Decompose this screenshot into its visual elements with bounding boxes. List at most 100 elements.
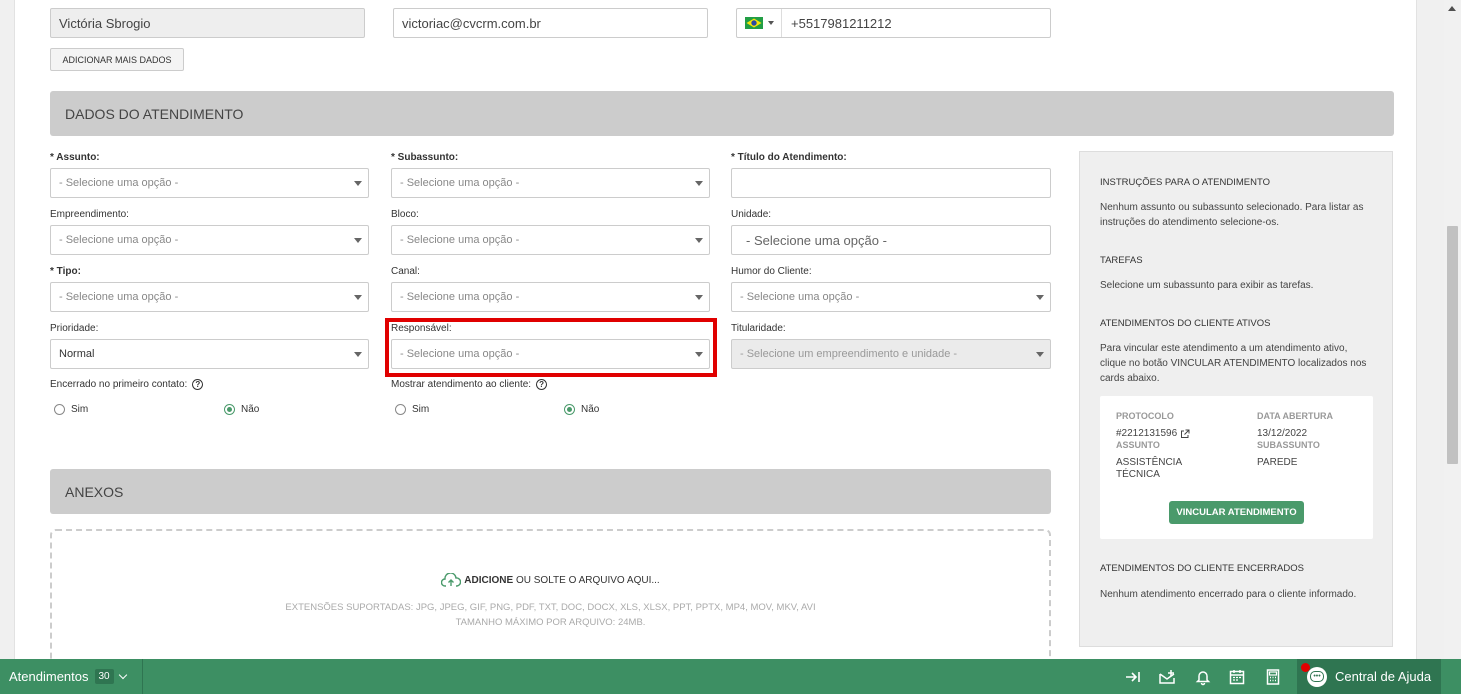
help-icon[interactable]: ? (536, 379, 548, 390)
encerrado-sim-radio[interactable]: Sim (54, 404, 88, 415)
titularidade-select: - Selecione um empreendimento e unidade … (731, 339, 1051, 369)
empreendimento-value: - Selecione uma opção - (59, 234, 179, 246)
radio-circle[interactable] (395, 404, 406, 415)
mostrar-sim-radio[interactable]: Sim (395, 404, 429, 415)
encerrado-label: Encerrado no primeiro contato:? (50, 379, 204, 390)
supported-extensions: EXTENSÕES SUPORTADAS: JPG, JPEG, GIF, PN… (285, 602, 816, 613)
bloco-value: - Selecione uma opção - (400, 234, 520, 246)
responsavel-value: - Selecione uma opção - (400, 348, 520, 360)
tipo-select[interactable]: - Selecione uma opção - (50, 282, 369, 312)
titulo-label: * Título do Atendimento: (731, 152, 847, 163)
encerrados-text: Nenhum atendimento encerrado para o clie… (1100, 589, 1357, 600)
tipo-label: * Tipo: (50, 266, 81, 277)
notification-dot-icon (1301, 662, 1310, 672)
canal-label: Canal: (391, 266, 420, 277)
tarefas-text: Selecione um subassunto para exibir as t… (1100, 280, 1314, 291)
subassunto-value: - Selecione uma opção - (400, 177, 520, 189)
humor-select[interactable]: - Selecione uma opção - (731, 282, 1051, 312)
radio-circle-selected[interactable] (224, 404, 235, 415)
calendar-icon[interactable] (1228, 668, 1246, 686)
empreendimento-select[interactable]: - Selecione uma opção - (50, 225, 369, 255)
dropzone-add[interactable]: ADICIONE OU SOLTE O ARQUIVO AQUI... (52, 573, 1049, 587)
section-header-atendimento: DADOS DO ATENDIMENTO (50, 91, 1394, 136)
subassunto-select[interactable]: - Selecione uma opção - (391, 168, 710, 198)
scroll-thumb[interactable] (1447, 226, 1458, 464)
empreendimento-label: Empreendimento: (50, 209, 129, 220)
caret-down-icon (695, 181, 703, 186)
vertical-scrollbar[interactable] (1444, 0, 1461, 660)
vincular-atendimento-button[interactable]: VINCULAR ATENDIMENTO (1169, 501, 1304, 524)
assunto-card-value: ASSISTÊNCIA TÉCNICA (1116, 457, 1182, 480)
ativos-text: Para vincular este atendimento a um aten… (1100, 343, 1367, 384)
protocolo-link[interactable]: #2212131596 (1116, 428, 1190, 440)
chevron-down-icon (767, 21, 774, 25)
tipo-value: - Selecione uma opção - (59, 291, 179, 303)
responsavel-label: Responsável: (391, 323, 452, 334)
name-field: Victória Sbrogio (50, 8, 365, 38)
chat-icon: ••• (1301, 662, 1327, 687)
mail-add-icon[interactable] (1158, 668, 1176, 686)
phone-field[interactable]: +5517981211212 (736, 8, 1051, 38)
prioridade-label: Prioridade: (50, 323, 99, 334)
bloco-label: Bloco: (391, 209, 419, 220)
canal-select[interactable]: - Selecione uma opção - (391, 282, 710, 312)
collapse-right-icon[interactable] (1124, 668, 1142, 686)
assunto-select[interactable]: - Selecione uma opção - (50, 168, 369, 198)
prioridade-value: Normal (59, 348, 95, 360)
canal-value: - Selecione uma opção - (400, 291, 520, 303)
bloco-select[interactable]: - Selecione uma opção - (391, 225, 710, 255)
mostrar-label: Mostrar atendimento ao cliente:? (391, 379, 548, 390)
titulo-input[interactable] (731, 168, 1051, 198)
unidade-label: Unidade: (731, 209, 772, 220)
prioridade-select[interactable]: Normal (50, 339, 369, 369)
data-abertura-label: DATA ABERTURA (1257, 411, 1333, 421)
encerrado-nao-radio[interactable]: Não (224, 404, 259, 415)
encerrados-title: ATENDIMENTOS DO CLIENTE ENCERRADOS (1100, 563, 1304, 574)
assunto-label: * Assunto: (50, 152, 100, 163)
external-link-icon[interactable] (1180, 429, 1190, 439)
subassunto-card-value: PAREDE (1257, 457, 1298, 468)
country-flag-select[interactable] (737, 9, 782, 37)
help-center-button[interactable]: ••• Central de Ajuda (1297, 659, 1441, 694)
email-field[interactable]: victoriac@cvcrm.com.br (393, 8, 708, 38)
help-icon[interactable]: ? (192, 379, 204, 390)
caret-down-icon (1036, 352, 1044, 357)
calculator-icon[interactable] (1264, 668, 1282, 686)
radio-circle-selected[interactable] (564, 404, 575, 415)
caret-down-icon (354, 295, 362, 300)
caret-down-icon (695, 295, 703, 300)
responsavel-select[interactable]: - Selecione uma opção - (391, 339, 710, 369)
scroll-up-arrow-icon[interactable] (1448, 6, 1456, 11)
file-dropzone[interactable]: ADICIONE OU SOLTE O ARQUIVO AQUI... EXTE… (50, 529, 1051, 669)
caret-down-icon (354, 238, 362, 243)
caret-down-icon (695, 238, 703, 243)
bell-icon[interactable] (1194, 668, 1212, 686)
data-abertura-value: 13/12/2022 (1257, 428, 1308, 439)
cloud-upload-icon (441, 573, 462, 587)
caret-down-icon (354, 181, 362, 186)
subassunto-card-label: SUBASSUNTO (1257, 440, 1320, 450)
mostrar-nao-radio[interactable]: Não (564, 404, 599, 415)
atendimentos-count: 30 (94, 669, 114, 684)
assunto-card-label: ASSUNTO (1116, 440, 1160, 450)
caret-down-icon (1036, 295, 1044, 300)
brazil-flag-icon (744, 17, 763, 29)
humor-value: - Selecione uma opção - (740, 291, 860, 303)
atendimentos-tab[interactable]: Atendimentos 30 (0, 659, 143, 694)
radio-circle[interactable] (54, 404, 65, 415)
subassunto-label: * Subassunto: (391, 152, 459, 163)
bottom-bar: Atendimentos 30 ••• Central de Ajuda (0, 659, 1461, 694)
ativos-title: ATENDIMENTOS DO CLIENTE ATIVOS (1100, 318, 1271, 329)
unidade-select[interactable]: - Selecione uma opção - (731, 225, 1051, 255)
instrucoes-text: Nenhum assunto ou subassunto selecionado… (1100, 202, 1364, 228)
humor-label: Humor do Cliente: (731, 266, 812, 277)
titularidade-value: - Selecione um empreendimento e unidade … (740, 348, 958, 360)
add-more-data-button[interactable]: ADICIONAR MAIS DADOS (50, 48, 184, 71)
section-header-anexos: ANEXOS (50, 469, 1051, 514)
phone-number: +5517981211212 (791, 15, 892, 31)
caret-down-icon (695, 352, 703, 357)
protocolo-label: PROTOCOLO (1116, 411, 1174, 421)
chevron-down-icon (118, 670, 127, 679)
instrucoes-title: INSTRUÇÕES PARA O ATENDIMENTO (1100, 177, 1270, 188)
titularidade-label: Titularidade: (731, 323, 786, 334)
